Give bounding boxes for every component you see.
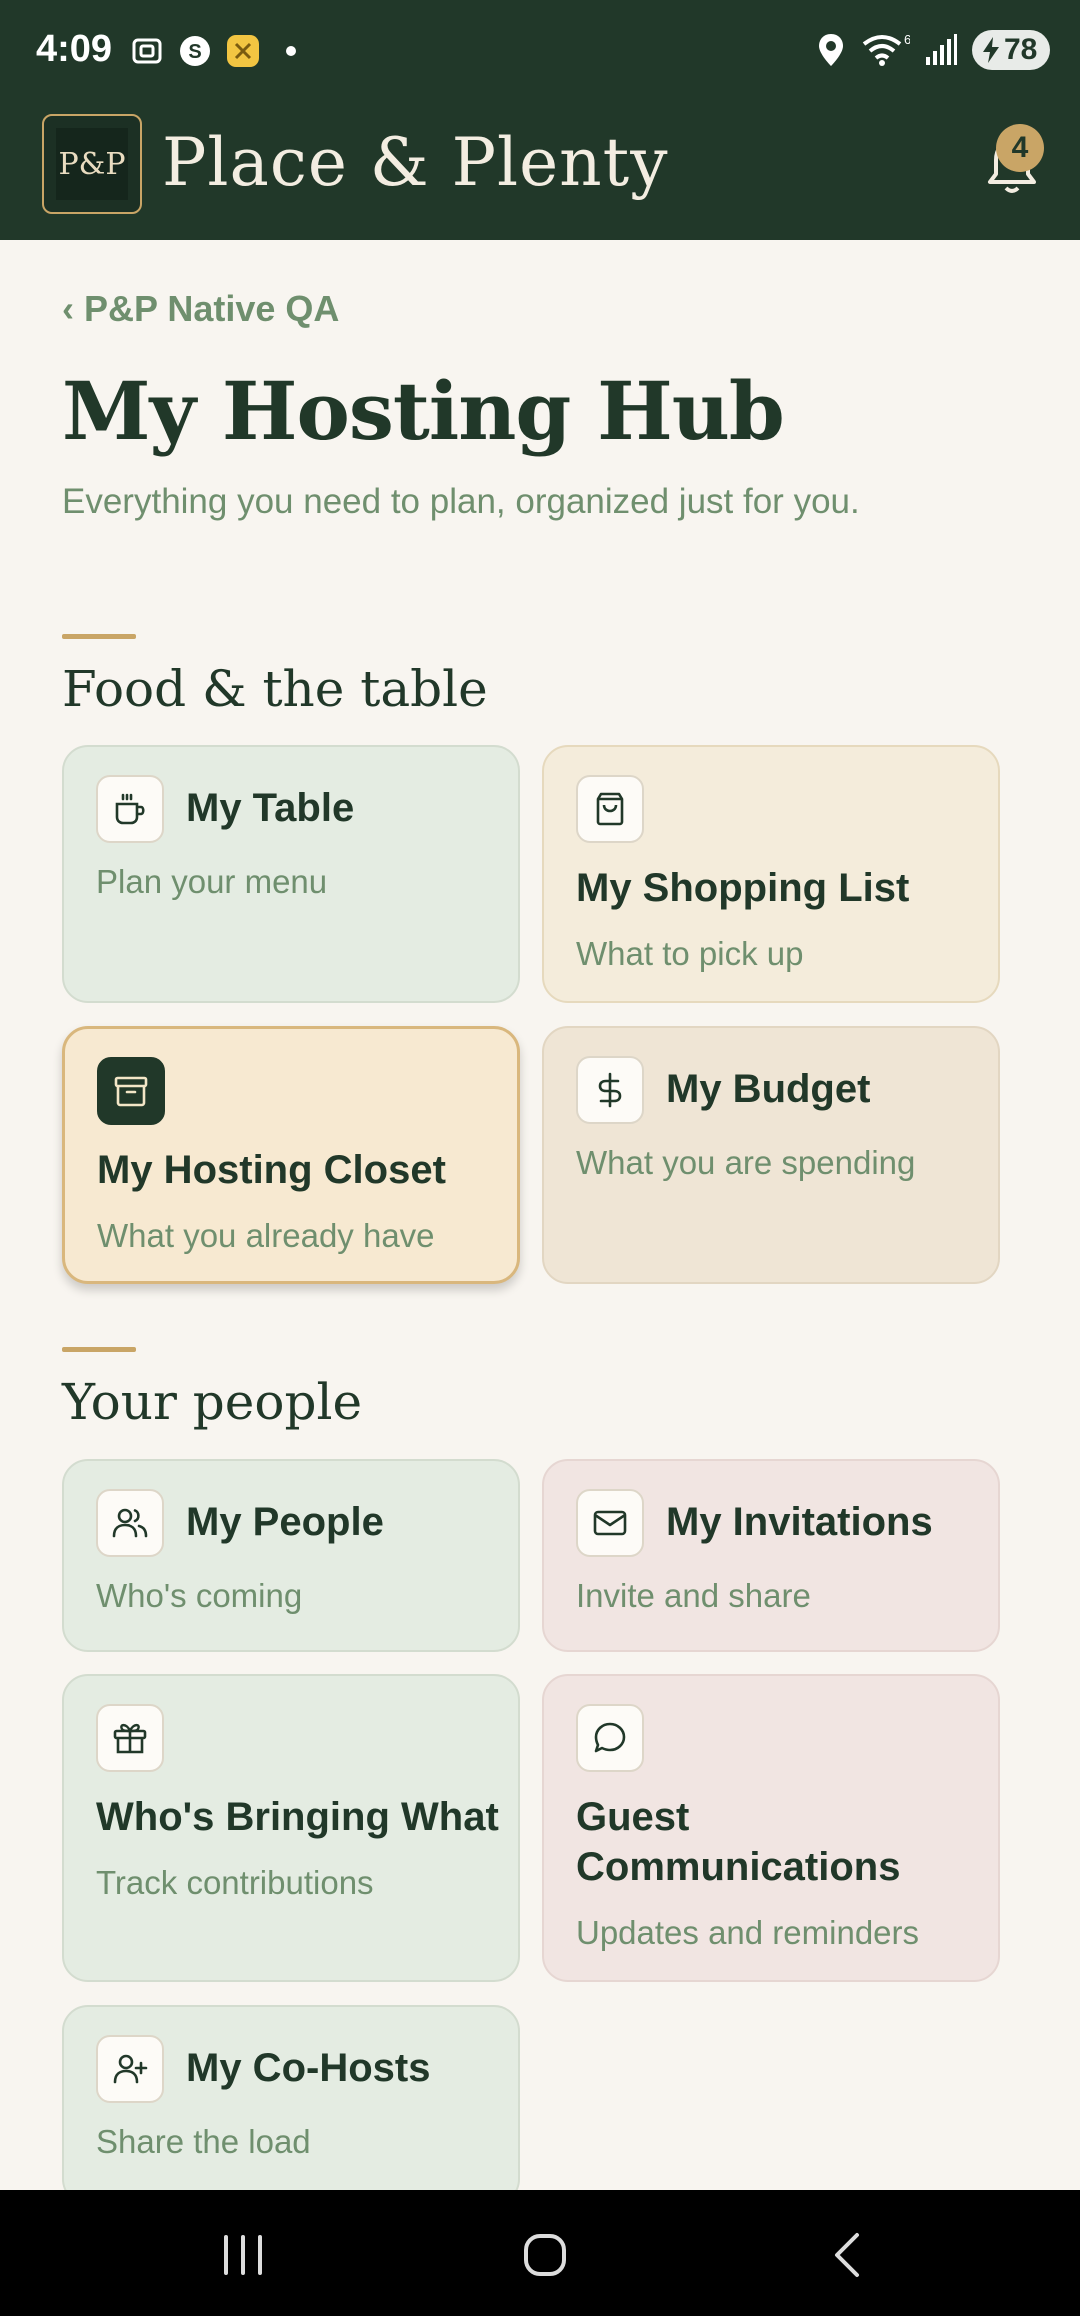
status-system-icons: 6 78 — [816, 30, 1050, 70]
section-divider — [62, 634, 136, 639]
shopping-bag-icon — [576, 775, 644, 843]
card-description: Share the load — [96, 2123, 311, 2160]
section-divider — [62, 1347, 136, 1352]
battery-level: 78 — [1004, 33, 1038, 66]
yellow-app-icon — [227, 35, 259, 67]
wifi-label: 6 — [904, 32, 910, 47]
card-description: Track contributions — [96, 1864, 374, 1901]
dollar-icon — [576, 1056, 644, 1124]
wifi-icon: 6 — [862, 32, 910, 66]
card-my-co-hosts[interactable]: My Co-Hosts Share the load — [62, 2005, 520, 2205]
card-my-budget[interactable]: My Budget What you are spending — [542, 1026, 1000, 1284]
card-title: My Invitations — [666, 1500, 933, 1544]
card-title: My Hosting Closet — [97, 1148, 446, 1192]
charging-bolt-icon — [983, 37, 999, 63]
brand-name: Place & Plenty — [162, 124, 669, 201]
app-header: P&P Place & Plenty 4 — [0, 104, 1080, 240]
chat-bubble-icon — [576, 1704, 644, 1772]
status-bar: 4:09 S 6 78 — [0, 0, 1080, 104]
coffee-cup-icon — [96, 775, 164, 843]
recent-apps-icon — [224, 2235, 262, 2275]
card-title: My Co-Hosts — [186, 2046, 431, 2090]
card-description: Plan your menu — [96, 863, 328, 900]
system-navigation-bar — [0, 2190, 1080, 2316]
home-button[interactable] — [510, 2220, 580, 2290]
card-description: Invite and share — [576, 1577, 811, 1614]
card-my-people[interactable]: My People Who's coming — [62, 1459, 520, 1652]
card-description: Who's coming — [96, 1577, 303, 1614]
card-my-table[interactable]: My Table Plan your menu — [62, 745, 520, 1003]
card-title: My Budget — [666, 1067, 871, 1111]
status-time: 4:09 — [36, 28, 113, 70]
card-whos-bringing-what[interactable]: Who's Bringing What Track contributions — [62, 1674, 520, 1982]
logo-monogram: P&P — [56, 128, 128, 200]
back-arrow-icon — [835, 2233, 859, 2277]
battery-indicator: 78 — [972, 30, 1050, 70]
s-app-icon: S — [180, 36, 210, 66]
brand-logo[interactable]: P&P — [42, 114, 142, 214]
card-my-hosting-closet[interactable]: My Hosting Closet What you already have — [62, 1026, 520, 1284]
user-plus-icon — [96, 2035, 164, 2103]
card-description: What you already have — [97, 1217, 435, 1254]
signal-icon — [926, 34, 957, 65]
card-description: Updates and reminders — [576, 1914, 920, 1951]
notification-badge: 4 — [996, 124, 1044, 172]
card-title: My Table — [186, 786, 355, 830]
card-title: My Shopping List — [576, 866, 910, 910]
users-icon — [96, 1489, 164, 1557]
card-title: Guest Communications — [576, 1795, 901, 1889]
svg-text:S: S — [188, 41, 201, 63]
archive-box-icon — [97, 1057, 165, 1125]
card-description: What you are spending — [576, 1144, 916, 1181]
section-title-food: Food & the table — [62, 660, 488, 718]
gift-icon — [96, 1704, 164, 1772]
section-title-people: Your people — [62, 1373, 363, 1431]
card-my-invitations[interactable]: My Invitations Invite and share — [542, 1459, 1000, 1652]
back-button[interactable] — [812, 2220, 882, 2290]
more-notifications-dot — [286, 46, 296, 56]
card-title: Who's Bringing What — [96, 1795, 499, 1839]
screenshot-icon — [132, 38, 162, 64]
location-icon — [819, 34, 843, 66]
back-link[interactable]: ‹ P&P Native QA — [62, 288, 339, 330]
card-guest-communications[interactable]: Guest Communications Updates and reminde… — [542, 1674, 1000, 1982]
home-icon — [524, 2234, 566, 2276]
card-description: What to pick up — [576, 935, 804, 972]
recent-apps-button[interactable] — [208, 2220, 278, 2290]
status-notification-icons: S — [130, 34, 296, 68]
card-title: My People — [186, 1500, 384, 1544]
page-subtitle: Everything you need to plan, organized j… — [62, 482, 860, 521]
card-my-shopping-list[interactable]: My Shopping List What to pick up — [542, 745, 1000, 1003]
envelope-icon — [576, 1489, 644, 1557]
page-title: My Hosting Hub — [62, 364, 785, 458]
